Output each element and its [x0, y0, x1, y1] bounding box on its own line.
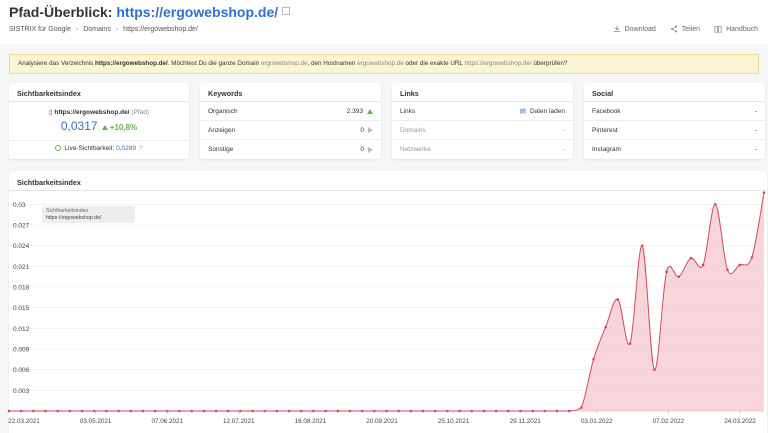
- data-point: [141, 409, 145, 413]
- x-tick-label: 22.03.2021: [8, 418, 40, 425]
- data-point: [640, 244, 644, 247]
- data-point: [482, 409, 486, 413]
- x-tick-label: 29.11.2021: [510, 418, 542, 425]
- y-tick-label: 0.018: [13, 285, 30, 292]
- data-point: [117, 409, 120, 413]
- x-tick-label: 12.07.2021: [223, 418, 255, 425]
- data-point: [665, 270, 668, 274]
- data-point: [567, 409, 571, 413]
- data-point: [750, 256, 754, 259]
- y-tick-label: 0.024: [13, 243, 30, 250]
- tooltip-value: https://ergowebshop.de/: [46, 214, 102, 221]
- data-point: [7, 409, 11, 413]
- data-point: [628, 342, 632, 345]
- data-point: [677, 275, 681, 278]
- data-point: [129, 409, 133, 413]
- data-point: [701, 263, 705, 267]
- data-point: [19, 409, 23, 413]
- y-tick-label: 0.03: [13, 202, 26, 209]
- data-point: [531, 409, 534, 413]
- data-point: [153, 409, 157, 413]
- x-tick-label: 25.10.2021: [438, 418, 470, 425]
- data-point: [287, 409, 291, 413]
- data-point: [373, 409, 376, 413]
- y-tick-label: 0.003: [13, 388, 30, 395]
- y-tick-label: 0.015: [13, 305, 30, 312]
- data-point: [312, 409, 315, 413]
- data-point: [56, 409, 60, 413]
- data-point: [32, 409, 35, 413]
- y-tick-label: 0.021: [13, 264, 30, 271]
- data-point: [202, 409, 206, 413]
- data-point: [385, 409, 388, 413]
- data-point: [397, 409, 400, 413]
- data-point: [592, 358, 595, 361]
- data-point: [68, 409, 72, 413]
- data-point: [263, 409, 267, 413]
- data-point: [239, 409, 242, 413]
- data-point: [360, 409, 364, 413]
- data-point: [738, 263, 741, 267]
- chart-tooltip: Sichtbarkeitsindex https://ergowebshop.d…: [42, 206, 135, 223]
- x-tick-label: 07.02.2022: [653, 418, 685, 425]
- data-point: [653, 368, 656, 371]
- data-point: [324, 409, 327, 413]
- y-tick-label: 0.009: [13, 347, 30, 354]
- data-point: [251, 409, 254, 413]
- x-tick-label: 20.09.2021: [366, 418, 398, 425]
- y-tick-label: 0.027: [13, 223, 30, 230]
- data-point: [458, 409, 461, 413]
- data-point: [105, 409, 108, 413]
- data-point: [494, 409, 498, 413]
- data-point: [226, 409, 230, 413]
- x-tick-label: 03.05.2021: [80, 418, 112, 425]
- data-point: [275, 409, 279, 413]
- data-point: [190, 409, 193, 413]
- data-point: [543, 409, 547, 413]
- x-tick-label: 24.03.2022: [724, 418, 756, 425]
- data-point: [409, 409, 413, 413]
- data-point: [421, 409, 425, 413]
- data-point: [555, 409, 559, 413]
- data-point: [336, 409, 340, 413]
- data-point: [616, 298, 620, 301]
- data-point: [178, 409, 181, 413]
- y-tick-label: 0.012: [13, 326, 30, 333]
- data-point: [433, 409, 437, 413]
- series-area: [9, 192, 764, 411]
- data-point: [470, 409, 474, 413]
- data-point: [506, 409, 510, 413]
- data-point: [689, 256, 693, 260]
- data-point: [713, 203, 717, 206]
- x-tick-label: 16.08.2021: [295, 418, 327, 425]
- data-point: [762, 191, 766, 194]
- x-tick-label: 03.01.2022: [581, 418, 613, 425]
- data-point: [519, 409, 522, 413]
- data-point: [604, 325, 607, 329]
- x-tick-label: 07.06.2021: [151, 418, 183, 425]
- data-point: [580, 406, 583, 409]
- data-point: [299, 409, 303, 413]
- data-point: [726, 268, 729, 272]
- y-tick-label: 0.006: [13, 367, 30, 374]
- data-point: [92, 409, 96, 413]
- data-point: [348, 409, 352, 413]
- data-point: [44, 409, 47, 413]
- data-point: [446, 409, 449, 413]
- data-point: [214, 409, 218, 413]
- data-point: [80, 409, 84, 413]
